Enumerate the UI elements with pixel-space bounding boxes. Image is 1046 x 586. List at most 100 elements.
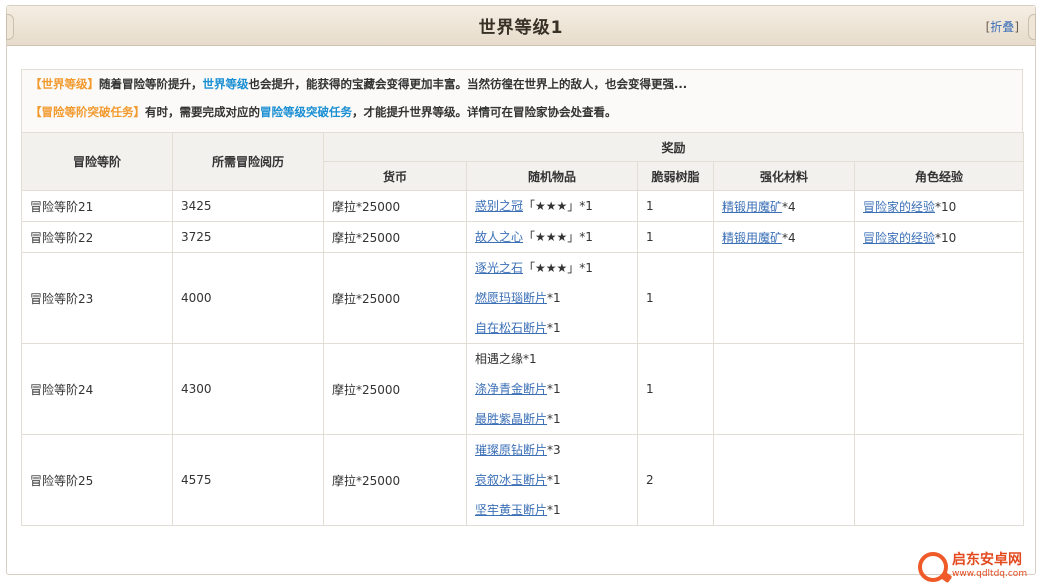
watermark-name: 启东安卓网	[952, 552, 1022, 568]
world-level-link[interactable]: 世界等级	[203, 77, 249, 91]
item-line: 最胜紫晶断片*1	[475, 404, 629, 434]
char-exp-link[interactable]: 冒险家的经验	[863, 231, 935, 245]
panel-title: 世界等级1	[478, 18, 564, 38]
rank-cell: 冒险等阶25	[21, 434, 173, 526]
item-line: 哀叙冰玉断片*1	[475, 465, 629, 495]
item-link[interactable]: 燃愿玛瑙断片	[475, 291, 547, 305]
char-exp-suffix: *10	[935, 199, 957, 214]
resin-cell: 1	[637, 190, 714, 222]
rank-cell: 冒险等阶22	[21, 221, 173, 253]
item-suffix: 「★★★」*1	[523, 230, 593, 244]
random-items-cell: 相遇之缘*1 涤净青金断片*1 最胜紫晶断片*1	[466, 343, 638, 435]
item-link[interactable]: 璀璨原钻断片	[475, 443, 547, 457]
item-line: 燃愿玛瑙断片*1	[475, 283, 629, 313]
item-link[interactable]: 惑别之冠	[475, 199, 523, 213]
material-cell	[713, 434, 855, 526]
item-link[interactable]: 逐光之石	[475, 261, 523, 275]
random-items-cell: 惑别之冠「★★★」*1	[466, 190, 638, 222]
intro-line-world-level: 【世界等级】随着冒险等阶提升，世界等级也会提升，能获得的宝藏会变得更加丰富。当然…	[30, 76, 1014, 104]
material-cell: 精锻用魔矿*4	[713, 221, 855, 253]
char-exp-cell	[853, 434, 1025, 526]
material-link[interactable]: 精锻用魔矿	[722, 231, 782, 245]
item-suffix: *1	[547, 382, 561, 396]
intro-line-breakthrough: 【冒险等阶突破任务】有时，需要完成对应的冒险等级突破任务，才能提升世界等级。详情…	[30, 104, 1014, 132]
item-line: 相遇之缘*1	[475, 344, 629, 374]
header-random-items: 随机物品	[466, 161, 638, 191]
header-char-exp: 角色经验	[853, 161, 1025, 191]
item-line: 璀璨原钻断片*3	[475, 435, 629, 465]
random-items-cell: 故人之心「★★★」*1	[466, 221, 638, 253]
header-exp: 所需冒险阅历	[172, 132, 324, 191]
panel-content: 【世界等级】随着冒险等阶提升，世界等级也会提升，能获得的宝藏会变得更加丰富。当然…	[21, 69, 1025, 526]
item-line: 逐光之石「★★★」*1	[475, 253, 629, 283]
item-link[interactable]: 涤净青金断片	[475, 382, 547, 396]
random-items-cell: 璀璨原钻断片*3 哀叙冰玉断片*1 坚牢黄玉断片*1	[466, 434, 638, 526]
currency-cell: 摩拉*25000	[323, 434, 467, 526]
item-link[interactable]: 坚牢黄玉断片	[475, 503, 547, 517]
exp-cell: 4575	[172, 434, 324, 526]
item-suffix: *1	[547, 473, 561, 487]
item-suffix: *1	[547, 291, 561, 305]
collapse-link[interactable]: 折叠	[990, 20, 1014, 34]
world-level-panel: 世界等级1 [折叠] 【世界等级】随着冒险等阶提升，世界等级也会提升，能获得的宝…	[6, 5, 1036, 575]
exp-cell: 3725	[172, 221, 324, 253]
table-row: 冒险等阶21 3425 摩拉*25000 惑别之冠「★★★」*1 1 精锻用魔矿…	[21, 190, 1025, 222]
material-cell	[713, 252, 855, 344]
header-material: 强化材料	[713, 161, 855, 191]
item-link[interactable]: 故人之心	[475, 230, 523, 244]
watermark-logo-icon	[918, 552, 948, 582]
material-link[interactable]: 精锻用魔矿	[722, 200, 782, 214]
item-suffix: *1	[547, 503, 561, 517]
item-line: 自在松石断片*1	[475, 313, 629, 343]
resin-cell: 2	[637, 434, 714, 526]
rank-cell: 冒险等阶24	[21, 343, 173, 435]
header-currency: 货币	[323, 161, 467, 191]
collapse-toggle: [折叠]	[985, 20, 1019, 34]
rank-reward-table: 冒险等阶 所需冒险阅历 奖励 货币 随机物品 脆弱树脂 强化材料 角色经验 冒险…	[21, 132, 1025, 526]
watermark-text: 启东安卓网 www.qdltdq.com	[952, 553, 1027, 581]
currency-cell: 摩拉*25000	[323, 343, 467, 435]
table-row: 冒险等阶22 3725 摩拉*25000 故人之心「★★★」*1 1 精锻用魔矿…	[21, 221, 1025, 253]
material-suffix: *4	[782, 230, 796, 245]
table-row: 冒险等阶25 4575 摩拉*25000 璀璨原钻断片*3 哀叙冰玉断片*1 坚…	[21, 434, 1025, 526]
char-exp-link[interactable]: 冒险家的经验	[863, 200, 935, 214]
breakthrough-tag: 【冒险等阶突破任务】	[30, 105, 145, 119]
char-exp-cell: 冒险家的经验*10	[853, 221, 1025, 253]
header-resin: 脆弱树脂	[637, 161, 714, 191]
item-text: 相遇之缘*1	[475, 352, 537, 366]
item-suffix: *1	[547, 412, 561, 426]
breakthrough-quest-link[interactable]: 冒险等级突破任务	[260, 105, 352, 119]
item-suffix: 「★★★」*1	[523, 199, 593, 213]
site-watermark: 启东安卓网 www.qdltdq.com	[918, 548, 1046, 586]
panel-header: 世界等级1 [折叠]	[6, 6, 1036, 46]
table-row: 冒险等阶23 4000 摩拉*25000 逐光之石「★★★」*1 燃愿玛瑙断片*…	[21, 252, 1025, 344]
rank-cell: 冒险等阶21	[21, 190, 173, 222]
material-cell	[713, 343, 855, 435]
currency-cell: 摩拉*25000	[323, 221, 467, 253]
item-suffix: *1	[547, 321, 561, 335]
item-link[interactable]: 自在松石断片	[475, 321, 547, 335]
item-suffix: *3	[547, 443, 561, 457]
table-row: 冒险等阶24 4300 摩拉*25000 相遇之缘*1 涤净青金断片*1 最胜紫…	[21, 343, 1025, 435]
exp-cell: 4000	[172, 252, 324, 344]
intro-text: ，才能提升世界等级。详情可在冒险家协会处查看。	[352, 105, 617, 119]
intro-text: 也会提升，能获得的宝藏会变得更加丰富。当然彷徨在世界上的敌人，也会变得更强...	[248, 77, 688, 91]
header-rank: 冒险等阶	[21, 132, 173, 191]
intro-box: 【世界等级】随着冒险等阶提升，世界等级也会提升，能获得的宝藏会变得更加丰富。当然…	[21, 69, 1023, 132]
item-suffix: 「★★★」*1	[523, 261, 593, 275]
resin-cell: 1	[637, 343, 714, 435]
resin-cell: 1	[637, 221, 714, 253]
char-exp-cell: 冒险家的经验*10	[853, 190, 1025, 222]
item-link[interactable]: 最胜紫晶断片	[475, 412, 547, 426]
char-exp-cell	[853, 252, 1025, 344]
item-link[interactable]: 哀叙冰玉断片	[475, 473, 547, 487]
intro-text: 随着冒险等阶提升，	[99, 77, 203, 91]
exp-cell: 3425	[172, 190, 324, 222]
item-line: 涤净青金断片*1	[475, 374, 629, 404]
material-suffix: *4	[782, 199, 796, 214]
random-items-cell: 逐光之石「★★★」*1 燃愿玛瑙断片*1 自在松石断片*1	[466, 252, 638, 344]
item-line: 坚牢黄玉断片*1	[475, 495, 629, 525]
rank-cell: 冒险等阶23	[21, 252, 173, 344]
exp-cell: 4300	[172, 343, 324, 435]
watermark-url: www.qdltdq.com	[952, 569, 1028, 579]
